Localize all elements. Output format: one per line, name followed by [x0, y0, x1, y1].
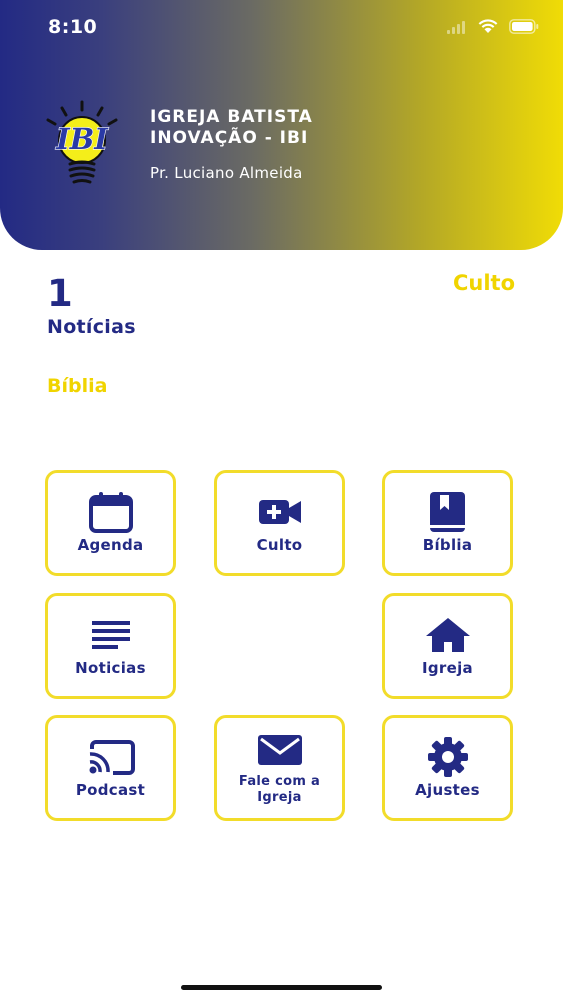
ibi-lightbulb-logo: IBI [36, 100, 128, 192]
church-name: IGREJA BATISTA INOVAÇÃO - IBI [150, 107, 450, 149]
biblia-link[interactable]: Bíblia [47, 375, 107, 397]
agenda-button[interactable]: Agenda [45, 470, 176, 576]
envelope-icon [257, 730, 303, 770]
home-icon [425, 615, 471, 655]
church-name-line2: INOVAÇÃO - IBI [150, 128, 309, 148]
noticias-button[interactable]: Noticias [45, 593, 176, 699]
fale-com-a-igreja-label: Fale com a Igreja [230, 774, 330, 806]
biblia-label: Bíblia [422, 536, 473, 554]
svg-text:IBI: IBI [55, 122, 109, 156]
video-camera-icon [258, 492, 302, 532]
news-count-label: Notícias [47, 316, 136, 338]
battery-icon [509, 18, 539, 38]
cast-icon [87, 737, 135, 777]
news-count: 1 [47, 272, 73, 315]
igreja-button[interactable]: Igreja [382, 593, 513, 699]
status-icons [447, 18, 539, 38]
podcast-label: Podcast [75, 781, 146, 799]
podcast-button[interactable]: Podcast [45, 715, 176, 821]
home-screen: 8:10 IBI IGREJA BATISTA INOVAÇÃO - IBI P… [0, 0, 563, 1000]
home-indicator[interactable] [181, 985, 382, 990]
igreja-label: Igreja [422, 659, 473, 677]
culto-button[interactable]: Culto [214, 470, 345, 576]
status-time: 8:10 [48, 16, 98, 38]
noticias-label: Noticias [75, 659, 146, 677]
gear-icon [427, 737, 469, 777]
calendar-icon [88, 492, 134, 533]
text-lines-icon [91, 615, 131, 655]
agenda-label: Agenda [77, 536, 144, 554]
ajustes-button[interactable]: Ajustes [382, 715, 513, 821]
culto-link[interactable]: Culto [453, 271, 515, 295]
cellular-signal-icon [447, 19, 467, 38]
culto-label: Culto [256, 536, 303, 554]
ajustes-label: Ajustes [415, 781, 480, 799]
fale-label-line2: Igreja [257, 790, 302, 805]
fale-label-line1: Fale com a [238, 774, 321, 789]
wifi-icon [477, 18, 499, 38]
book-icon [429, 492, 467, 532]
fale-com-a-igreja-button[interactable]: Fale com a Igreja [214, 715, 345, 821]
church-name-line1: IGREJA BATISTA [150, 107, 313, 127]
biblia-button[interactable]: Bíblia [382, 470, 513, 576]
pastor-name: Pr. Luciano Almeida [150, 164, 303, 182]
header-banner: 8:10 IBI IGREJA BATISTA INOVAÇÃO - IBI P… [0, 0, 563, 250]
